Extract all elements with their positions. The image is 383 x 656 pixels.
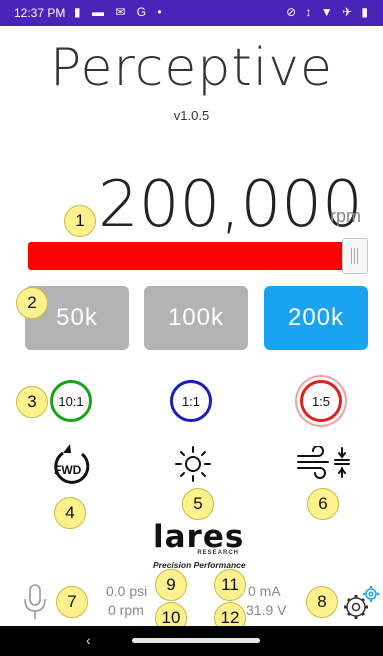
speed-preset-200k-button[interactable]: 200k	[264, 286, 368, 350]
callout-badge-1: 1	[64, 205, 96, 237]
microphone-button[interactable]	[22, 583, 48, 621]
lares-logo: lares RESEARCH Precision Performance	[153, 519, 246, 571]
callout-badge-8: 8	[306, 586, 338, 618]
status-time: 12:37 PM	[14, 6, 66, 20]
gear-icon	[344, 586, 379, 619]
speed-slider-thumb[interactable]	[342, 238, 368, 274]
system-status-icons: ⊘ ↕ ▼ ✈ ▮	[286, 5, 371, 19]
light-button[interactable]	[173, 444, 213, 484]
ratio-1-1-button[interactable]: 1:1	[170, 380, 212, 422]
speed-slider-fill	[28, 242, 355, 270]
callout-badge-7: 7	[56, 586, 88, 618]
navigation-bar: ‹	[0, 626, 383, 656]
settings-button[interactable]	[342, 585, 380, 621]
speed-preset-100k-button[interactable]: 100k	[144, 286, 248, 350]
notification-icons: ▮ ▬ ✉ G •	[74, 5, 166, 19]
back-chevron-icon[interactable]: ‹	[86, 632, 91, 648]
ratio-10-1-button[interactable]: 10:1	[50, 380, 92, 422]
app-title: Perceptive	[50, 38, 333, 98]
callout-badge-3: 3	[16, 386, 48, 418]
pressure-readout: 0.0 psi	[106, 583, 148, 599]
direction-button[interactable]: FWD	[44, 440, 98, 488]
ratio-1-5-button[interactable]: 1:5	[300, 380, 342, 422]
current-readout: 0 mA	[248, 583, 281, 599]
logo-subtitle: RESEARCH	[197, 550, 239, 556]
status-bar: 12:37 PM ▮ ▬ ✉ G • ⊘ ↕ ▼ ✈ ▮	[0, 0, 383, 26]
callout-badge-2: 2	[16, 287, 48, 319]
wind-compress-icon	[297, 445, 350, 479]
motor-speed-readout: 0 rpm	[108, 602, 144, 618]
air-button[interactable]	[296, 445, 352, 480]
callout-badge-6: 6	[307, 488, 339, 520]
home-gesture-handle[interactable]	[132, 638, 260, 643]
logo-wordmark: lares	[153, 519, 245, 555]
direction-label: FWD	[54, 463, 82, 477]
speed-value: 200,000	[98, 168, 363, 242]
microphone-icon	[24, 584, 46, 619]
rotate-clockwise-icon: FWD	[54, 444, 90, 484]
sun-icon	[175, 446, 211, 482]
voltage-readout: 31.9 V	[246, 602, 287, 618]
callout-badge-4: 4	[54, 497, 86, 529]
callout-badge-5: 5	[182, 488, 214, 520]
app-version: v1.0.5	[173, 108, 210, 123]
speed-unit: rpm	[330, 206, 361, 226]
callout-badge-9: 9	[155, 569, 187, 601]
callout-badge-11: 11	[214, 569, 246, 601]
